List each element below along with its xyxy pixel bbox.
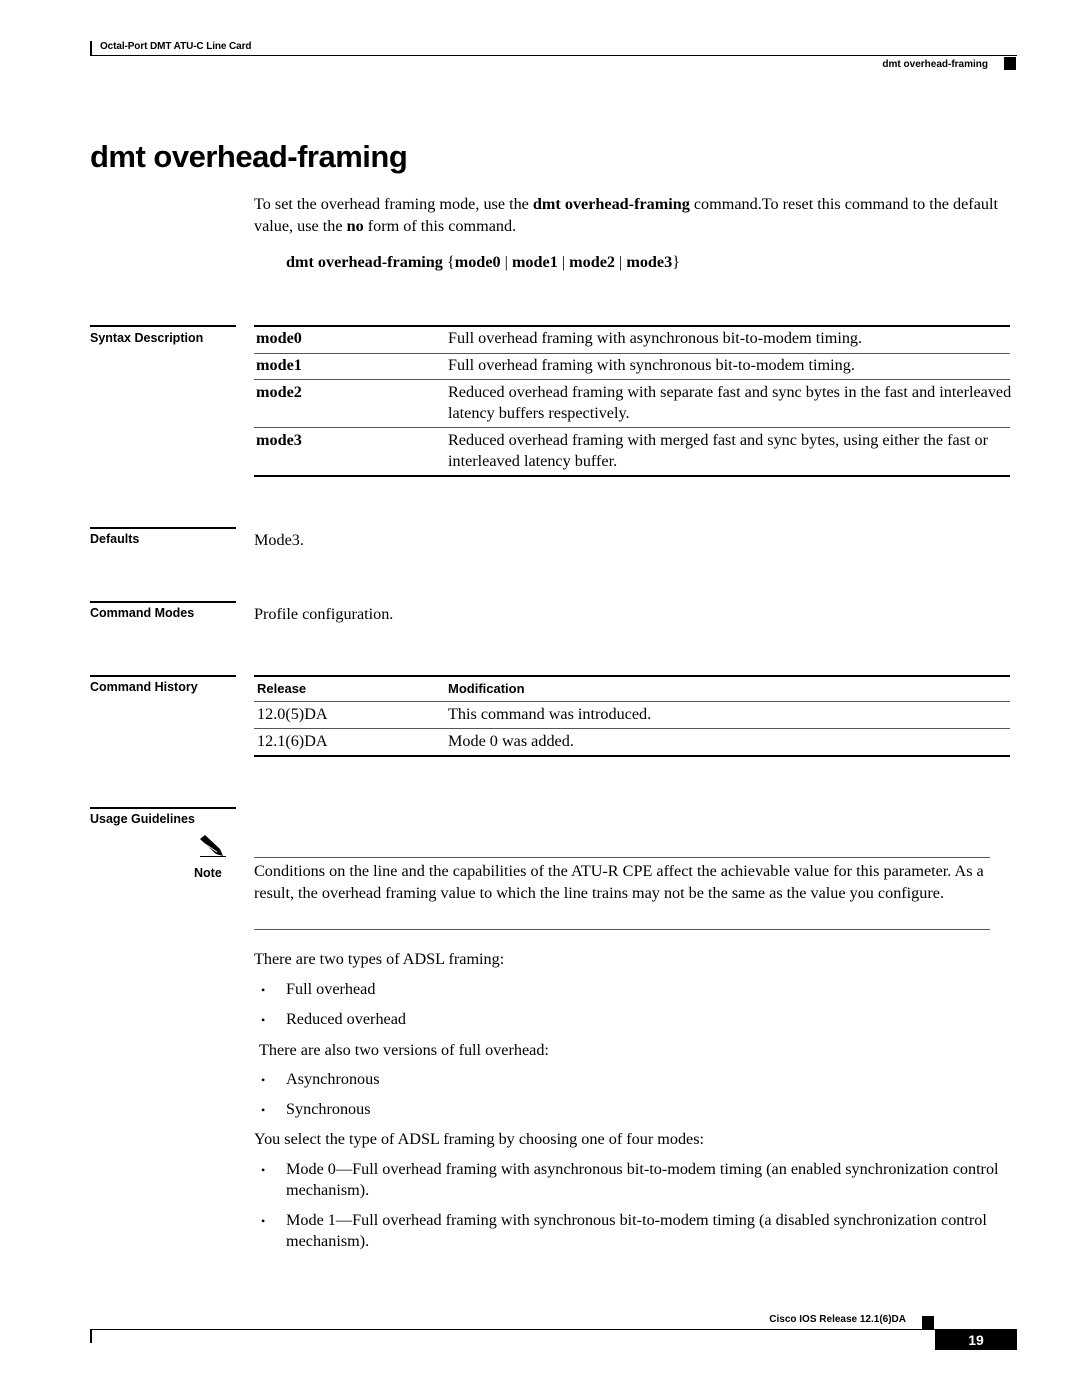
syntax-table-bottom-rule [254, 475, 1010, 477]
defaults-label: Defaults [90, 532, 140, 546]
command-syntax: dmt overhead-framing {mode0 | mode1 | mo… [286, 253, 680, 272]
list-item: Reduced overhead [286, 1010, 406, 1028]
defaults-value: Mode3. [254, 531, 304, 549]
note-bottom-rule [254, 929, 990, 930]
syntax-separator: | [500, 253, 512, 271]
syntax-keyword: mode2 [256, 383, 302, 401]
bullet-glyph: • [261, 1073, 266, 1087]
syntax-close-brace: } [672, 253, 680, 271]
modes-intro: You select the type of ADSL framing by c… [254, 1130, 705, 1148]
syntax-option: mode2 [569, 253, 615, 271]
list-item: Mode 1—Full overhead framing with synchr… [286, 1211, 987, 1250]
history-header-release: Release [257, 681, 307, 696]
note-icon-rule [200, 856, 226, 857]
framing-types-intro: There are two types of ADSL framing: [254, 950, 505, 968]
command-modes-label: Command Modes [90, 606, 195, 620]
history-modification: This command was introduced. [448, 705, 652, 723]
header-book-title: Octal-Port DMT ATU-C Line Card [100, 41, 252, 52]
command-modes-value: Profile configuration. [254, 605, 394, 623]
list-item: Synchronous [286, 1100, 371, 1118]
usage-guidelines-label: Usage Guidelines [90, 812, 195, 826]
header-rule [90, 55, 1017, 56]
syntax-description: Reduced overhead framing with separate f… [448, 383, 1012, 422]
usage-guidelines-rule [90, 807, 236, 809]
syntax-open-brace: { [446, 253, 455, 271]
note-label: Note [194, 866, 222, 880]
command-modes-rule [90, 601, 236, 603]
syntax-table-row-rule [254, 427, 1010, 428]
intro-no-keyword: no [346, 217, 364, 235]
bullet-glyph: • [261, 1103, 266, 1117]
bullet-glyph: • [261, 1013, 266, 1027]
syntax-description: Full overhead framing with synchronous b… [448, 356, 855, 374]
syntax-option: mode3 [626, 253, 673, 271]
syntax-table-top-rule [254, 325, 1010, 327]
header-marker [1004, 57, 1016, 70]
footer-release: Cisco IOS Release 12.1(6)DA [769, 1314, 906, 1325]
footer-left-bar [90, 1329, 92, 1343]
bullet-glyph: • [261, 1214, 266, 1228]
full-overhead-versions-intro: There are also two versions of full over… [259, 1041, 549, 1059]
history-header-modification: Modification [448, 681, 525, 696]
list-item: Asynchronous [286, 1070, 380, 1088]
history-table-bottom-rule [254, 755, 1010, 757]
history-table-row-rule [254, 701, 1010, 702]
syntax-keyword: mode1 [256, 356, 302, 374]
list-item: Full overhead [286, 980, 376, 998]
bullet-glyph: • [261, 983, 266, 997]
syntax-keyword: mode3 [256, 431, 302, 449]
syntax-separator: | [557, 253, 570, 271]
syntax-separator: | [615, 253, 627, 271]
header-section-title: dmt overhead-framing [882, 59, 988, 70]
note-top-rule [254, 857, 990, 858]
syntax-description-label: Syntax Description [90, 331, 204, 345]
syntax-description-rule [90, 325, 236, 327]
intro-text-3: form of this command. [363, 217, 517, 235]
footer-marker [922, 1316, 934, 1329]
syntax-option: mode0 [454, 253, 501, 271]
history-release: 12.1(6)DA [257, 732, 328, 750]
page-number: 19 [935, 1329, 1017, 1350]
syntax-description: Reduced overhead framing with merged fas… [448, 431, 989, 470]
defaults-rule [90, 527, 236, 529]
list-item: Mode 0—Full overhead framing with asynch… [286, 1160, 999, 1199]
command-history-rule [90, 675, 236, 677]
intro-command: dmt overhead-framing [532, 195, 690, 213]
intro-text-1: To set the overhead framing mode, use th… [254, 195, 533, 213]
syntax-keyword: mode0 [256, 329, 302, 347]
page-title: dmt overhead-framing [90, 139, 408, 174]
syntax-table-row-rule [254, 379, 1010, 380]
syntax-option: mode1 [511, 253, 558, 271]
header-left-bar [90, 41, 92, 55]
history-release: 12.0(5)DA [257, 705, 328, 723]
history-table-row-rule [254, 728, 1010, 729]
note-text: Conditions on the line and the capabilit… [254, 862, 984, 902]
history-modification: Mode 0 was added. [448, 732, 574, 750]
bullet-glyph: • [261, 1163, 266, 1177]
command-history-label: Command History [90, 680, 198, 694]
syntax-command: dmt overhead-framing [286, 253, 443, 271]
intro-paragraph: To set the overhead framing mode, use th… [254, 193, 1024, 237]
footer-rule [90, 1329, 935, 1330]
history-table-top-rule [254, 675, 1010, 677]
pencil-note-icon [200, 835, 223, 856]
syntax-table-row-rule [254, 353, 1010, 354]
syntax-description: Full overhead framing with asynchronous … [448, 329, 863, 347]
